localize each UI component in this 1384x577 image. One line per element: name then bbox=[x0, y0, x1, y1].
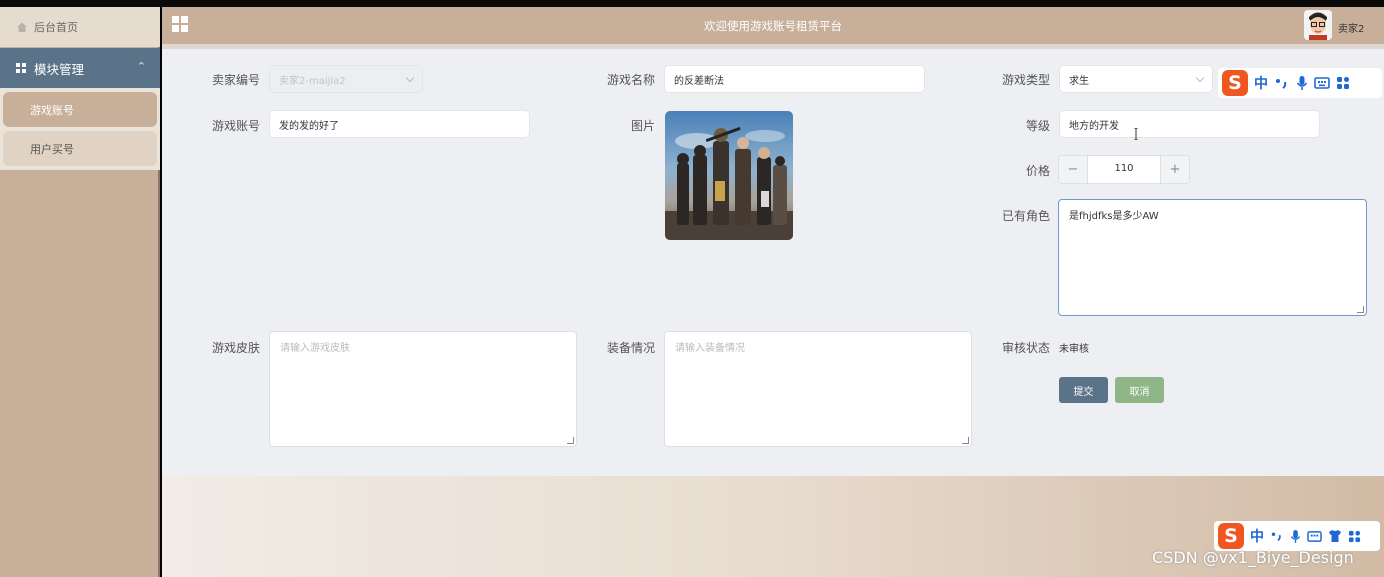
equipment-label: 装备情况 bbox=[606, 341, 655, 355]
roles-textarea[interactable]: 是fhjdfks是多少AW bbox=[1058, 199, 1367, 316]
game-type-select[interactable]: 求生 bbox=[1059, 65, 1213, 93]
price-increase-button[interactable]: + bbox=[1160, 156, 1189, 183]
text-cursor-icon bbox=[1134, 128, 1138, 140]
sidebar: 后台首页 模块管理 ⌃ 游戏账号 用户买号 bbox=[0, 7, 160, 577]
home-icon bbox=[17, 22, 27, 32]
keyboard-icon[interactable] bbox=[1307, 530, 1322, 543]
punctuation-icon[interactable] bbox=[1274, 76, 1290, 90]
game-name-label: 游戏名称 bbox=[606, 73, 655, 87]
account-value: 发的发的好了 bbox=[279, 120, 339, 132]
ime-toolbar-top[interactable]: S 中 bbox=[1218, 68, 1382, 98]
cancel-button[interactable]: 取消 bbox=[1115, 377, 1164, 403]
sidebar-item-user-buy[interactable]: 用户买号 bbox=[3, 131, 157, 166]
sidebar-submenu: 游戏账号 用户买号 bbox=[0, 88, 160, 170]
resize-grip-icon[interactable] bbox=[1357, 306, 1364, 313]
account-label: 游戏账号 bbox=[211, 119, 260, 133]
skin-placeholder: 请输入游戏皮肤 bbox=[280, 343, 350, 354]
skin-textarea[interactable]: 请输入游戏皮肤 bbox=[269, 331, 577, 447]
price-value[interactable]: 110 bbox=[1088, 163, 1160, 174]
sidebar-module-label: 模块管理 bbox=[34, 61, 85, 77]
level-value: 地方的开发 bbox=[1069, 120, 1119, 132]
submit-button[interactable]: 提交 bbox=[1059, 377, 1108, 403]
resize-grip-icon[interactable] bbox=[567, 437, 574, 444]
sidebar-item-label: 用户买号 bbox=[30, 142, 74, 156]
chevron-up-icon: ⌃ bbox=[136, 60, 146, 73]
audit-status-value: 未审核 bbox=[1059, 344, 1089, 355]
equipment-textarea[interactable]: 请输入装备情况 bbox=[664, 331, 972, 447]
apps-grid-icon[interactable] bbox=[1336, 76, 1350, 90]
keyboard-icon[interactable] bbox=[1314, 76, 1330, 90]
sidebar-home-label: 后台首页 bbox=[34, 21, 78, 34]
ime-mode-chinese[interactable]: 中 bbox=[1250, 526, 1264, 546]
game-name-input[interactable]: 的反差断法 bbox=[664, 65, 925, 93]
ime-toolbar-bottom[interactable]: S 中 bbox=[1214, 521, 1380, 551]
avatar[interactable] bbox=[1304, 10, 1332, 40]
grid-icon bbox=[16, 63, 26, 73]
chevron-down-icon bbox=[1195, 73, 1205, 83]
level-input[interactable]: 地方的开发 bbox=[1059, 110, 1320, 138]
game-image[interactable] bbox=[665, 111, 793, 240]
roles-value: 是fhjdfks是多少AW bbox=[1069, 211, 1159, 222]
skin-label: 游戏皮肤 bbox=[211, 341, 260, 355]
price-stepper[interactable]: − 110 + bbox=[1058, 155, 1190, 184]
username[interactable]: 卖家2 bbox=[1338, 20, 1364, 35]
level-label: 等级 bbox=[1025, 119, 1050, 133]
price-decrease-button[interactable]: − bbox=[1059, 156, 1088, 183]
apps-grid-icon[interactable] bbox=[1348, 530, 1361, 543]
top-header: 欢迎使用游戏账号租赁平台 卖家2 bbox=[162, 7, 1384, 44]
seller-no-select: 卖家2-maijia2 bbox=[269, 65, 423, 93]
skin-shirt-icon[interactable] bbox=[1328, 529, 1342, 543]
resize-grip-icon[interactable] bbox=[962, 437, 969, 444]
sidebar-item-label: 游戏账号 bbox=[30, 103, 74, 117]
sidebar-module-toggle[interactable]: 模块管理 ⌃ bbox=[0, 48, 160, 88]
watermark-text: CSDN @vx1_Biye_Design bbox=[1152, 548, 1354, 567]
seller-no-label: 卖家编号 bbox=[211, 73, 260, 87]
ime-logo-icon: S bbox=[1222, 70, 1248, 96]
sidebar-item-home[interactable]: 后台首页 bbox=[0, 7, 160, 47]
chevron-down-icon bbox=[405, 73, 415, 83]
image-label: 图片 bbox=[630, 119, 655, 133]
punctuation-icon[interactable] bbox=[1270, 529, 1284, 543]
game-type-label: 游戏类型 bbox=[1001, 73, 1050, 87]
game-type-value: 求生 bbox=[1069, 75, 1089, 87]
microphone-icon[interactable] bbox=[1290, 529, 1301, 544]
roles-label: 已有角色 bbox=[1001, 209, 1050, 223]
page-title: 欢迎使用游戏账号租赁平台 bbox=[704, 19, 842, 33]
ime-logo-icon: S bbox=[1218, 523, 1244, 549]
microphone-icon[interactable] bbox=[1296, 75, 1308, 91]
top-black-strip bbox=[0, 0, 1384, 7]
audit-label: 审核状态 bbox=[1001, 341, 1050, 355]
ime-mode-chinese[interactable]: 中 bbox=[1254, 73, 1268, 93]
seller-no-value: 卖家2-maijia2 bbox=[279, 75, 346, 87]
game-name-value: 的反差断法 bbox=[674, 75, 724, 87]
account-input[interactable]: 发的发的好了 bbox=[269, 110, 530, 138]
equipment-placeholder: 请输入装备情况 bbox=[675, 343, 745, 354]
sidebar-item-game-account[interactable]: 游戏账号 bbox=[3, 92, 157, 127]
price-label: 价格 bbox=[1025, 164, 1050, 178]
